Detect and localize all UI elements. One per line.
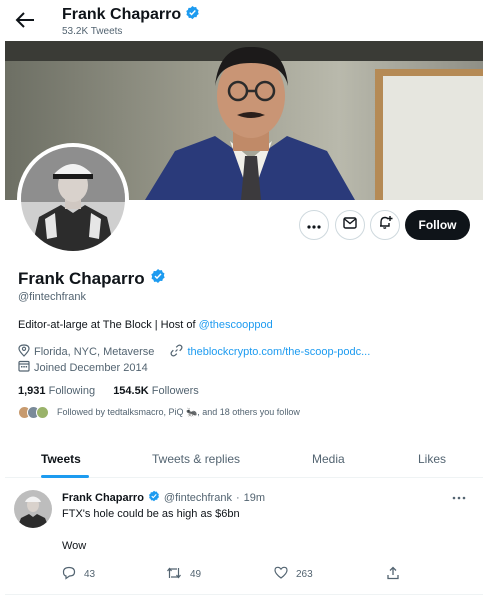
follow-button[interactable]: Follow	[405, 210, 470, 240]
active-tab-indicator	[41, 475, 89, 478]
followed-by-text: Followed by tedtalksmacro, PiQ 🐜, and 18…	[57, 407, 300, 417]
reply-button[interactable]: 43	[62, 566, 95, 583]
profile-website-link[interactable]: theblockcrypto.com/the-scoop-podc...	[187, 346, 370, 358]
header-name: Frank Chaparro	[62, 5, 200, 25]
notifications-button[interactable]	[370, 210, 400, 240]
tweet-text-line-2: Wow	[62, 540, 87, 552]
more-icon	[307, 216, 321, 234]
verified-badge-icon[interactable]	[150, 268, 166, 289]
profile-location: Florida, NYC, Metaverse	[34, 346, 155, 358]
link-icon	[170, 344, 183, 360]
profile-name-text: Frank Chaparro	[18, 268, 145, 288]
avatar-image	[21, 147, 125, 251]
message-button[interactable]	[335, 210, 365, 240]
header-tweet-count: 53.2K Tweets	[62, 26, 123, 37]
location-icon	[18, 344, 30, 360]
calendar-icon	[18, 360, 30, 375]
followers-count: 154.5K	[113, 385, 149, 397]
following-link[interactable]: 1,931 Following	[18, 385, 95, 397]
reply-icon	[62, 566, 76, 583]
profile-joined-row: Joined December 2014	[18, 360, 148, 375]
share-icon	[386, 566, 400, 583]
profile-stats: 1,931 Following 154.5K Followers	[18, 385, 199, 397]
like-icon	[274, 566, 288, 582]
bio-mention-link[interactable]: @thescooppod	[199, 319, 273, 331]
profile-handle: @fintechfrank	[18, 291, 87, 303]
tweet-author-avatar[interactable]	[14, 490, 52, 528]
tab-likes[interactable]: Likes	[418, 452, 446, 466]
avatar	[36, 406, 49, 419]
tweet-time[interactable]: 19m	[244, 492, 265, 504]
tweet-separator: ·	[235, 491, 240, 504]
tab-media[interactable]: Media	[312, 452, 345, 466]
divider	[5, 594, 483, 595]
tweet-more-icon[interactable]	[452, 490, 466, 500]
tweet-author-handle[interactable]: @fintechfrank	[164, 492, 232, 504]
profile-tabs: Tweets Tweets & replies Media Likes	[5, 440, 483, 478]
like-count: 263	[296, 568, 313, 580]
share-button[interactable]	[386, 566, 400, 583]
header-name-text: Frank Chaparro	[62, 6, 182, 23]
profile-bio: Editor-at-large at The Block | Host of @…	[18, 319, 273, 331]
retweet-count: 49	[190, 569, 202, 580]
tweet-text-line-1: FTX's hole could be as high as $6bn	[62, 508, 240, 520]
profile-joined-date: Joined December 2014	[34, 361, 148, 374]
tweet-header: Frank Chaparro @fintechfrank · 19m	[62, 490, 265, 505]
like-button[interactable]: 263	[274, 566, 313, 582]
retweet-button[interactable]: 49	[166, 566, 201, 583]
followed-by-avatars	[18, 406, 49, 419]
profile-name: Frank Chaparro	[18, 268, 166, 289]
message-icon	[343, 216, 357, 234]
back-arrow-icon[interactable]	[14, 10, 36, 30]
reply-count: 43	[84, 569, 96, 580]
notifications-icon	[378, 215, 393, 235]
followers-label: Followers	[151, 385, 199, 397]
profile-avatar[interactable]	[17, 143, 129, 255]
profile-header-bar: Frank Chaparro 53.2K Tweets	[0, 0, 483, 40]
profile-meta-row: Florida, NYC, Metaverse theblockcrypto.c…	[18, 344, 370, 360]
tab-tweets-and-replies[interactable]: Tweets & replies	[152, 452, 240, 466]
following-count: 1,931	[18, 385, 46, 397]
followed-by-row[interactable]: Followed by tedtalksmacro, PiQ 🐜, and 18…	[18, 406, 300, 419]
bio-text: Editor-at-large at The Block | Host of	[18, 319, 199, 331]
tweet-author-name[interactable]: Frank Chaparro	[62, 492, 144, 504]
tweet-actions: 43 49 263	[0, 566, 483, 582]
retweet-icon	[166, 566, 182, 583]
verified-badge-icon	[148, 490, 160, 505]
tab-tweets[interactable]: Tweets	[41, 452, 81, 466]
more-button[interactable]	[299, 210, 329, 240]
verified-badge-icon	[185, 5, 200, 25]
following-label: Following	[48, 385, 96, 397]
followers-link[interactable]: 154.5K Followers	[113, 385, 199, 397]
